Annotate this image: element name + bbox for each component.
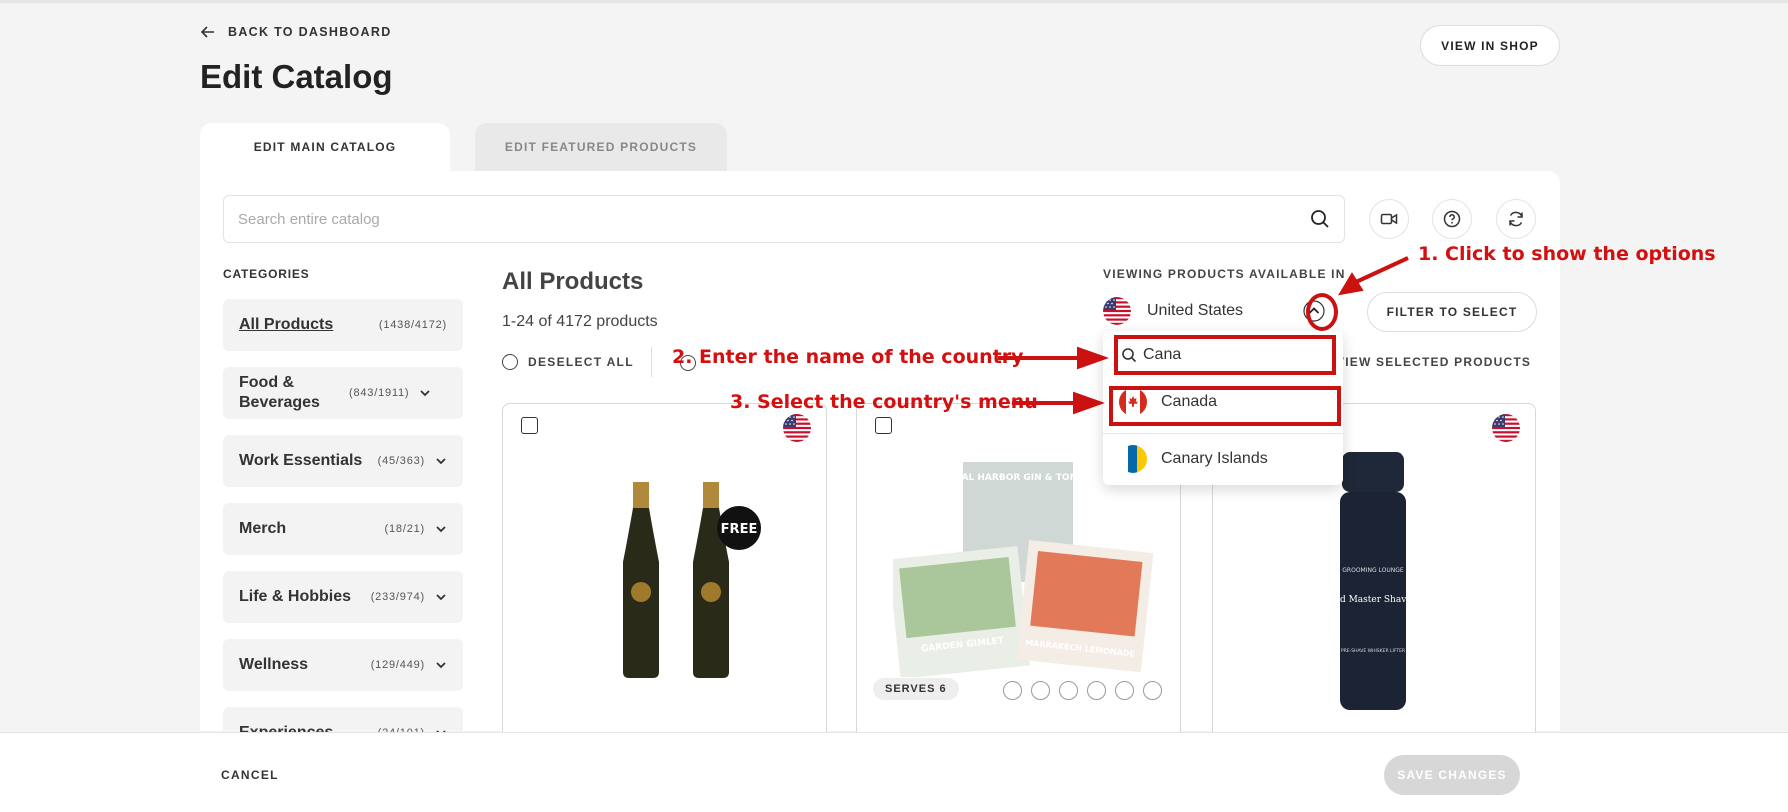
cancel-button[interactable]: CANCEL <box>221 768 279 782</box>
annotation-step-1: 1. Click to show the options <box>1418 243 1716 265</box>
annotation-step-3: 3. Select the country's menu <box>730 391 1038 413</box>
save-changes-button[interactable]: SAVE CHANGES <box>1384 755 1520 795</box>
annotation-step-2: 2. Enter the name of the country <box>672 346 1024 368</box>
